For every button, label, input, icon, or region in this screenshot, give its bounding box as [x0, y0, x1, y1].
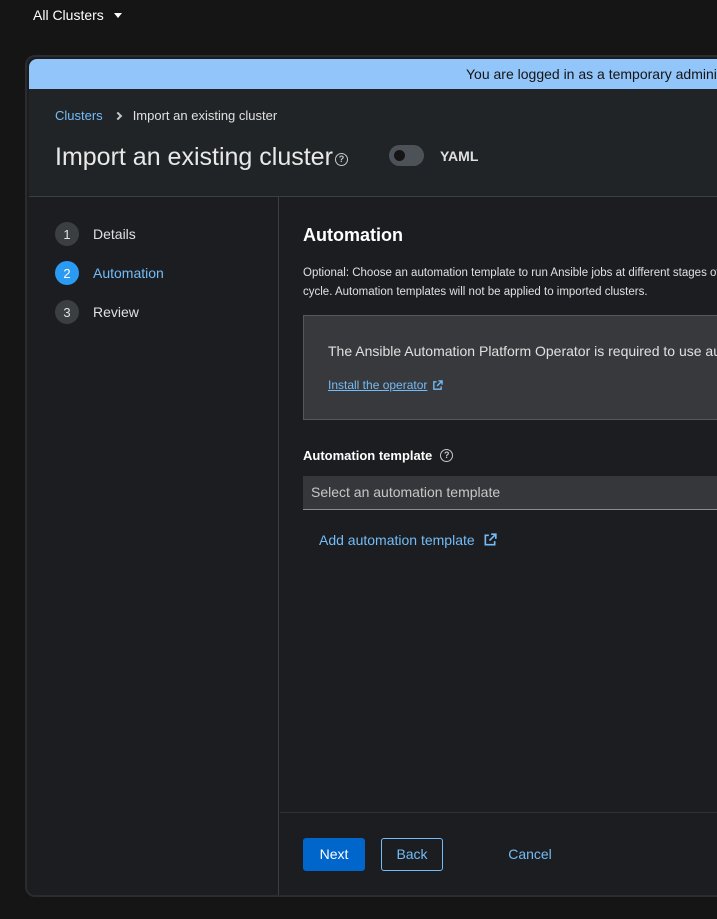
wizard-nav: 1 Details 2 Automation 3 Review — [29, 197, 279, 895]
install-operator-link[interactable]: Install the operator — [328, 378, 444, 392]
wizard-step-review[interactable]: 3 Review — [55, 300, 139, 324]
wizard-footer: Next Back Cancel — [280, 812, 717, 895]
caret-down-icon — [113, 12, 122, 18]
main-window: You are logged in as a temporary adminis… — [25, 55, 717, 897]
step-label: Details — [93, 226, 136, 242]
cluster-switcher[interactable]: All Clusters — [33, 7, 122, 23]
yaml-switch[interactable] — [389, 145, 424, 166]
step-number: 1 — [55, 222, 79, 246]
top-bar: All Clusters — [0, 0, 717, 40]
step-label: Review — [93, 304, 139, 320]
wizard-content: Automation Optional: Choose an automatio… — [280, 197, 717, 895]
back-button[interactable]: Back — [381, 838, 443, 871]
title-help-icon[interactable]: ? — [335, 153, 348, 166]
alert-text: The Ansible Automation Platform Operator… — [328, 343, 717, 359]
section-description: Optional: Choose an automation template … — [303, 267, 717, 298]
page-header: Clusters Import an existing cluster Impo… — [29, 89, 717, 197]
field-label-text: Automation template — [303, 448, 433, 463]
automation-template-select[interactable]: Select an automation template — [303, 476, 717, 510]
breadcrumb-clusters-link[interactable]: Clusters — [55, 108, 103, 123]
switch-knob — [394, 150, 405, 161]
step-label: Automation — [93, 265, 164, 281]
wizard-step-automation[interactable]: 2 Automation — [55, 261, 164, 285]
temporary-admin-banner: You are logged in as a temporary adminis… — [29, 59, 717, 89]
yaml-toggle[interactable]: YAML — [389, 145, 478, 166]
external-link-icon — [433, 379, 444, 390]
add-automation-template-link[interactable]: Add automation template — [319, 532, 497, 548]
operator-required-alert: The Ansible Automation Platform Operator… — [303, 315, 717, 420]
external-link-icon — [484, 533, 497, 546]
wizard-step-details[interactable]: 1 Details — [55, 222, 136, 246]
field-help-icon[interactable]: ? — [440, 449, 454, 462]
chevron-right-icon — [113, 111, 122, 120]
yaml-label: YAML — [440, 147, 479, 164]
install-operator-label: Install the operator — [328, 378, 428, 392]
cancel-button[interactable]: Cancel — [500, 838, 560, 871]
automation-template-label: Automation template ? — [303, 448, 454, 463]
next-button[interactable]: Next — [303, 838, 365, 871]
page-title: Import an existing cluster — [55, 143, 333, 171]
cluster-switcher-label: All Clusters — [33, 7, 104, 23]
step-number: 2 — [55, 261, 79, 285]
breadcrumb-current: Import an existing cluster — [132, 108, 278, 123]
section-title: Automation — [303, 225, 403, 245]
add-template-label: Add automation template — [319, 532, 475, 548]
step-number: 3 — [55, 300, 79, 324]
breadcrumb: Clusters Import an existing cluster — [55, 108, 277, 123]
